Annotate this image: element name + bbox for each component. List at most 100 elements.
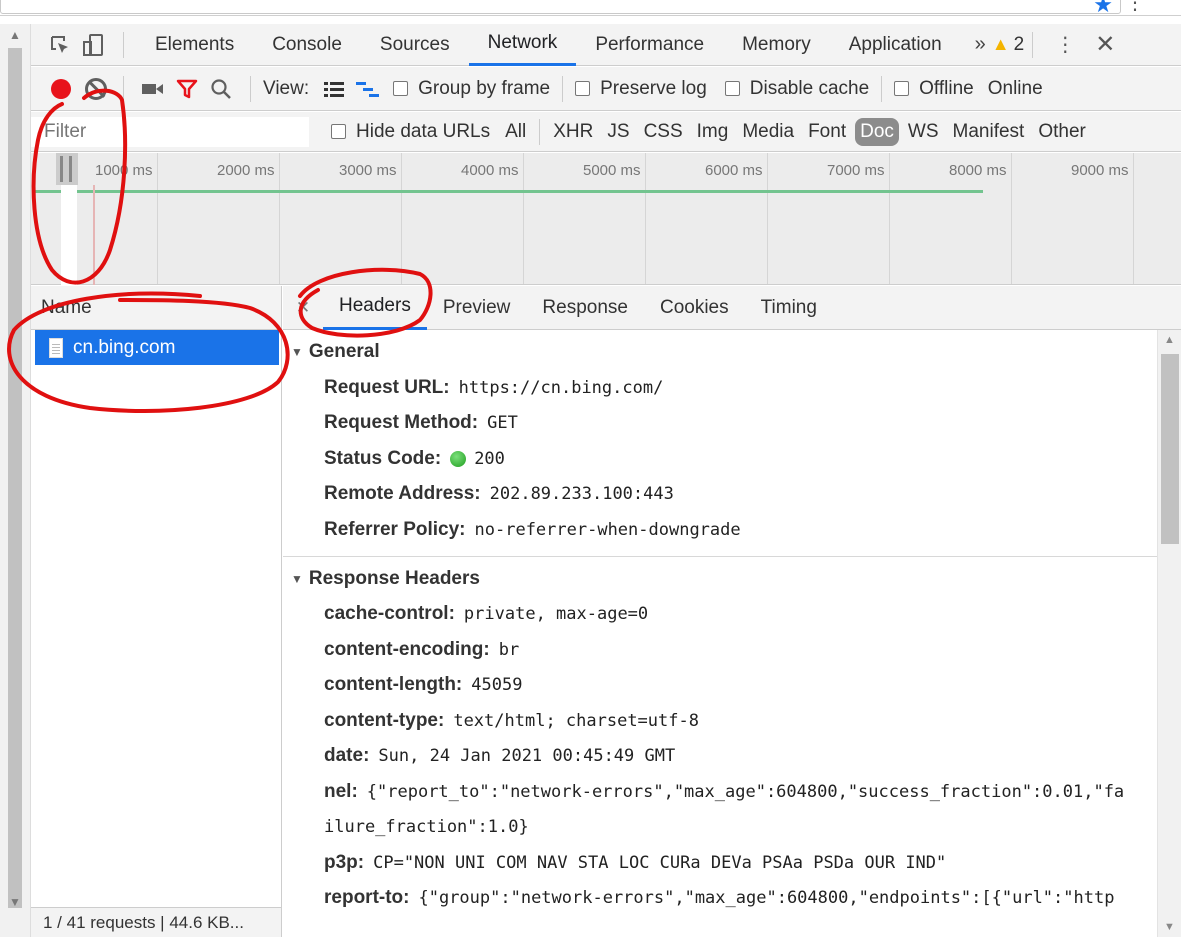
status-ok-icon [450, 450, 467, 467]
offline-checkbox[interactable]: Offline [894, 78, 974, 100]
browser-menu-icon[interactable]: ⋮ [1125, 0, 1145, 15]
close-devtools-icon[interactable]: ✕ [1095, 30, 1115, 59]
general-section-header[interactable]: ▼ General [283, 334, 1157, 370]
disable-cache-label: Disable cache [749, 77, 870, 99]
separator [123, 75, 124, 102]
type-filter-xhr[interactable]: XHR [548, 118, 598, 146]
tab-sources[interactable]: Sources [361, 24, 469, 66]
type-filter-css[interactable]: CSS [639, 118, 688, 146]
checkbox-icon [894, 81, 910, 96]
preserve-log-label: Preserve log [600, 77, 707, 99]
header-key: date: [324, 745, 370, 767]
request-row-cn-bing-com[interactable]: cn.bing.com [35, 330, 279, 365]
type-filter-manifest[interactable]: Manifest [948, 118, 1030, 146]
device-toolbar-icon[interactable] [77, 28, 111, 62]
tab-network[interactable]: Network [468, 24, 577, 66]
scroll-down-arrow-icon[interactable]: ▼ [1164, 921, 1175, 933]
filter-bar: Hide data URLs All XHR JS CSS Img Media … [31, 112, 1181, 152]
header-row: Referrer Policy: no-referrer-when-downgra… [283, 512, 1157, 548]
overview-gridline [523, 153, 524, 284]
filter-funnel-icon[interactable] [170, 72, 204, 106]
header-key: cache-control: [324, 603, 455, 625]
overview-drag-handle[interactable] [56, 153, 78, 185]
separator [1032, 31, 1034, 58]
network-overview[interactable]: 1000 ms 2000 ms 3000 ms 4000 ms 5000 ms … [31, 153, 1181, 285]
header-row: nel: {"report_to":"network-errors","max_a… [283, 774, 1157, 810]
header-row: date: Sun, 24 Jan 2021 00:45:49 GMT [283, 739, 1157, 775]
header-value: https://cn.bing.com/ [458, 377, 664, 398]
hide-data-urls-checkbox[interactable]: Hide data URLs [331, 121, 490, 143]
details-tab-headers[interactable]: Headers [323, 286, 427, 330]
type-filter-all[interactable]: All [500, 118, 531, 146]
more-tabs-chevron-icon[interactable]: » [961, 33, 992, 56]
type-filter-js[interactable]: JS [602, 118, 634, 146]
group-by-frame-label: Group by frame [418, 77, 551, 99]
group-by-frame-checkbox[interactable]: Group by frame [393, 78, 550, 100]
overview-gridline [1133, 153, 1134, 284]
preserve-log-checkbox[interactable]: Preserve log [575, 78, 707, 100]
general-title: General [308, 341, 380, 362]
header-key: content-type: [324, 709, 445, 731]
type-filter-other[interactable]: Other [1033, 118, 1091, 146]
overview-timeline-bar [35, 190, 983, 193]
capture-screenshots-icon[interactable] [136, 72, 170, 106]
tab-memory[interactable]: Memory [723, 24, 830, 66]
overview-load-marker [93, 185, 95, 285]
devtools-tab-bar: Elements Console Sources Network Perform… [31, 24, 1181, 66]
scroll-up-arrow-icon[interactable]: ▲ [9, 28, 21, 42]
details-tab-cookies[interactable]: Cookies [644, 286, 745, 330]
offline-label: Offline [919, 77, 974, 99]
type-filter-ws[interactable]: WS [903, 118, 944, 146]
expand-triangle-icon: ▼ [291, 571, 303, 586]
scrollbar-thumb[interactable] [8, 48, 22, 908]
tab-performance[interactable]: Performance [576, 24, 723, 66]
header-row: content-encoding: br [283, 632, 1157, 668]
name-column-header[interactable]: Name [31, 286, 281, 330]
type-filter-img[interactable]: Img [692, 118, 734, 146]
disable-cache-checkbox[interactable]: Disable cache [724, 77, 870, 100]
header-value: {"report_to":"network-errors","max_age":… [366, 781, 1125, 802]
scrollbar-thumb[interactable] [1161, 354, 1179, 544]
scroll-up-arrow-icon[interactable]: ▲ [1164, 334, 1175, 346]
record-icon[interactable] [51, 78, 71, 99]
view-label: View: [263, 77, 310, 99]
details-scrollbar[interactable]: ▲ ▼ [1157, 330, 1181, 937]
page-scrollbar[interactable]: ▲ ▼ [0, 24, 31, 937]
tab-console[interactable]: Console [253, 24, 361, 66]
header-key: content-encoding: [324, 638, 490, 660]
overview-gridline [279, 153, 280, 284]
header-value: private, max-age=0 [463, 604, 649, 625]
details-tab-preview[interactable]: Preview [427, 286, 527, 330]
type-filter-font[interactable]: Font [803, 118, 851, 146]
document-icon [49, 337, 63, 358]
tab-application[interactable]: Application [830, 24, 961, 66]
header-value: Sun, 24 Jan 2021 00:45:49 GMT [378, 746, 676, 767]
separator [562, 75, 564, 102]
url-box-edge [0, 0, 1121, 14]
type-filter-media[interactable]: Media [737, 118, 799, 146]
type-filter-doc[interactable]: Doc [855, 117, 899, 146]
clear-icon[interactable] [85, 77, 107, 100]
customize-menu-icon[interactable]: ⋮ [1055, 32, 1075, 57]
scroll-down-arrow-icon[interactable]: ▼ [9, 895, 21, 909]
header-value: ilure_fraction":1.0} [324, 817, 529, 838]
header-row-continuation: ilure_fraction":1.0} [283, 810, 1157, 846]
bookmark-star-icon[interactable]: ★ [1093, 0, 1113, 18]
close-details-icon[interactable]: ✕ [283, 298, 323, 318]
overview-tick-label: 4000 ms [461, 162, 519, 179]
response-headers-section-header[interactable]: ▼ Response Headers [283, 561, 1157, 597]
details-tab-timing[interactable]: Timing [745, 286, 833, 330]
header-value: GET [487, 413, 518, 434]
search-icon[interactable] [204, 72, 238, 106]
header-value: no-referrer-when-downgrade [474, 519, 741, 540]
throttling-select[interactable]: Online [988, 78, 1043, 100]
tab-elements[interactable]: Elements [136, 24, 253, 66]
checkbox-icon [331, 124, 346, 139]
overview-selection-window[interactable] [61, 185, 77, 285]
filter-input[interactable] [31, 116, 309, 147]
warnings-badge[interactable]: ▲ 2 [992, 34, 1028, 56]
show-overview-icon[interactable] [351, 72, 385, 106]
details-tab-response[interactable]: Response [526, 286, 644, 330]
inspect-element-icon[interactable] [43, 28, 77, 62]
large-request-rows-icon[interactable] [317, 72, 351, 106]
